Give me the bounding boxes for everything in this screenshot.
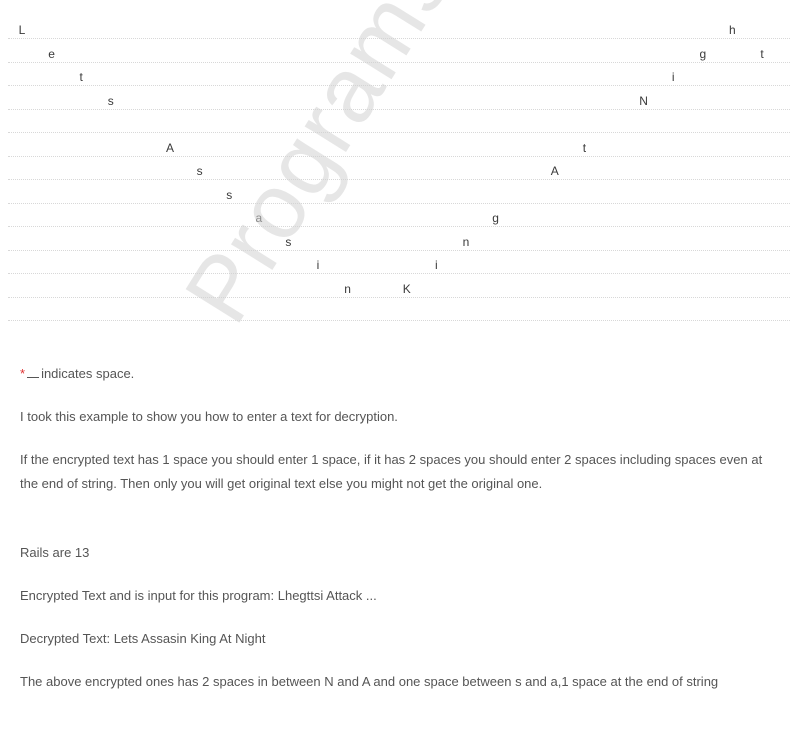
rail-letter: n bbox=[344, 281, 351, 296]
rail-letter: g bbox=[699, 46, 707, 61]
rail-line bbox=[8, 132, 790, 133]
rail-letter: L bbox=[18, 23, 26, 37]
rail-letter: n bbox=[462, 234, 470, 249]
rail-line bbox=[8, 202, 790, 204]
rail-letter: t bbox=[760, 46, 764, 61]
rail-letter: s bbox=[285, 234, 292, 249]
rail-letter: a bbox=[255, 211, 263, 225]
paragraph-instructions: If the encrypted text has 1 space you sh… bbox=[20, 452, 763, 491]
rail-letter: g bbox=[492, 211, 499, 225]
rail-line bbox=[8, 155, 790, 157]
space-marker bbox=[27, 377, 40, 378]
space-star: * bbox=[20, 366, 26, 381]
rail-line bbox=[8, 179, 790, 180]
encrypted-label: Encrypted Text and is input for this pro… bbox=[20, 588, 275, 603]
rail-letter: s bbox=[107, 93, 114, 108]
space-note: * indicates space. bbox=[20, 362, 775, 386]
rail-letter: i bbox=[316, 258, 320, 272]
rail-letter: K bbox=[402, 281, 411, 296]
rail-letter: t bbox=[582, 140, 587, 155]
rail-letter: A bbox=[550, 164, 559, 178]
paragraph-decrypted: Decrypted Text: Lets Assasin King At Nig… bbox=[20, 631, 266, 646]
paragraph-encrypted: Encrypted Text and is input for this pro… bbox=[20, 584, 775, 608]
rail-line bbox=[8, 61, 790, 63]
rail-line bbox=[8, 38, 790, 39]
rail-letter: i bbox=[671, 70, 675, 84]
rail-line bbox=[8, 85, 790, 86]
paragraph-note: The above encrypted ones has 2 spaces in… bbox=[20, 674, 719, 689]
rail-letter: N bbox=[639, 93, 648, 108]
rail-letter: s bbox=[196, 164, 203, 178]
rail-letter: h bbox=[729, 23, 736, 37]
rail-line bbox=[8, 249, 790, 251]
rail-letter: A bbox=[165, 140, 175, 155]
rail-fence-grid: Le t s As s a s i n Ki n g At Ni g h t bbox=[0, 0, 798, 330]
rail-letter: s bbox=[226, 187, 233, 202]
rail-line bbox=[8, 320, 790, 321]
rail-line bbox=[8, 273, 790, 274]
rail-letter: i bbox=[435, 258, 438, 272]
encrypted-value: Lhegttsi Attack ... bbox=[277, 588, 377, 603]
rail-line bbox=[8, 296, 790, 298]
paragraph-example: I took this example to show you how to e… bbox=[20, 409, 398, 424]
rail-letter: t bbox=[79, 70, 83, 84]
rail-line bbox=[8, 226, 790, 227]
paragraph-rails: Rails are 13 bbox=[20, 545, 90, 560]
rail-line bbox=[8, 108, 790, 110]
rail-letter: e bbox=[48, 46, 55, 61]
space-note-text: indicates space. bbox=[41, 366, 135, 381]
